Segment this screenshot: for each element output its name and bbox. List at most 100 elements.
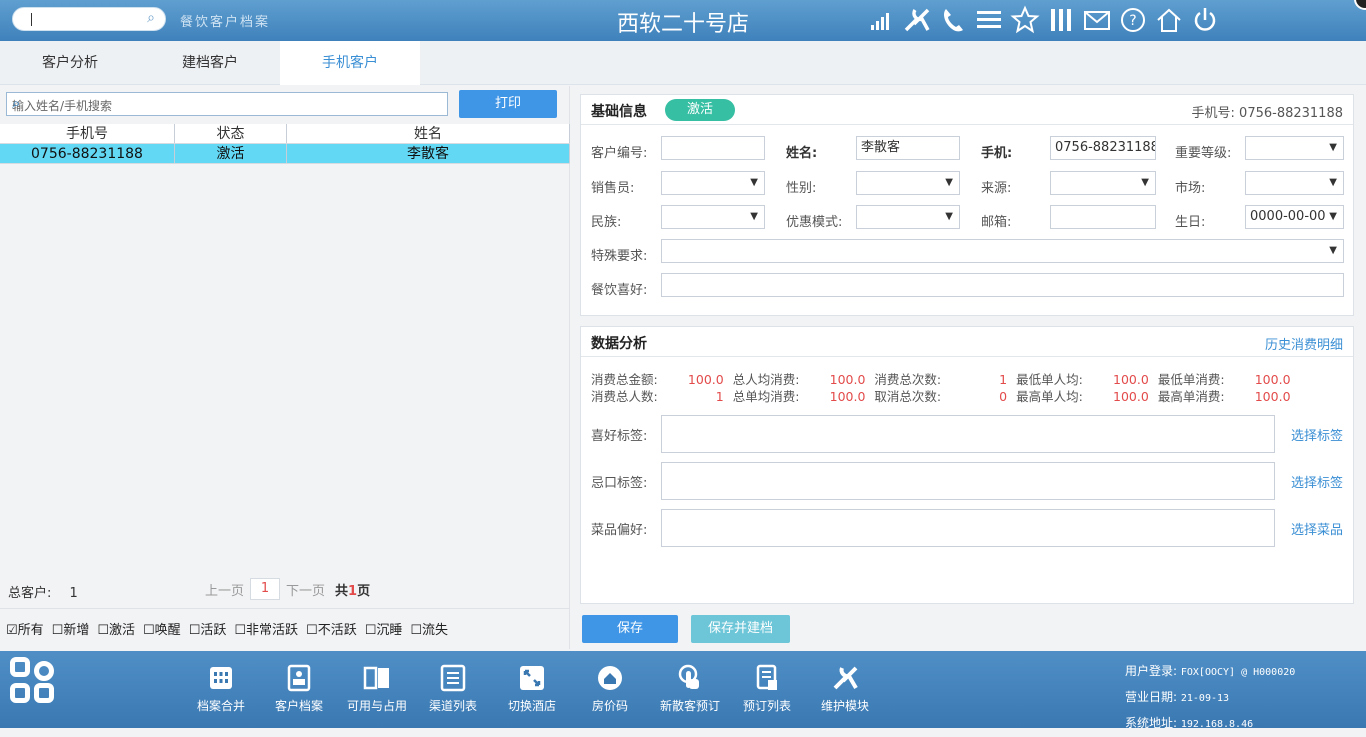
grid-icon	[206, 663, 236, 693]
data-analysis-title: 数据分析	[591, 336, 647, 352]
choose-like-tag-link[interactable]: 选择标签	[1291, 425, 1343, 444]
global-search-input[interactable]: ⌕	[12, 7, 166, 31]
stats-row-2: 消费总人数: 1 总单均消费: 100.0 取消总次数: 0 最高单人均: 100.0 …	[591, 389, 1291, 404]
store-title: 西软二十号店	[616, 12, 749, 37]
special-request-select[interactable]	[661, 239, 1344, 263]
importance-select[interactable]	[1245, 136, 1344, 160]
history-detail-link[interactable]: 历史消费明细	[1265, 334, 1343, 353]
column-header-name[interactable]: 姓名	[287, 124, 570, 143]
close-corner-icon[interactable]	[1354, 0, 1366, 10]
status-filters: ☑所有 ☐新增 ☐激活 ☐唤醒 ☐活跃 ☐非常活跃 ☐不活跃 ☐沉睡 ☐流失	[0, 608, 570, 648]
status-badge: 激活	[665, 99, 735, 121]
column-header-phone[interactable]: 手机号	[0, 124, 175, 143]
text-caret	[31, 13, 32, 26]
column-header-status[interactable]: 状态	[175, 124, 287, 143]
like-tag-box[interactable]	[661, 415, 1275, 453]
phone-icon[interactable]	[938, 5, 968, 35]
email-input[interactable]	[1050, 205, 1156, 229]
salesperson-select[interactable]	[661, 171, 765, 195]
availability-button[interactable]: 可用与占用	[342, 663, 412, 714]
home-icon[interactable]	[1154, 5, 1184, 35]
tools-icon[interactable]	[902, 5, 932, 35]
mobile-label: 手机:	[981, 146, 1013, 161]
app-logo	[10, 657, 62, 709]
dining-preference-input[interactable]	[661, 273, 1344, 297]
tools-icon	[830, 663, 860, 693]
mail-icon[interactable]	[1082, 5, 1112, 35]
search-icon[interactable]: ⌕	[12, 94, 441, 112]
source-label: 来源:	[981, 181, 1012, 196]
save-and-archive-button[interactable]: 保存并建档	[691, 615, 790, 643]
maintenance-button[interactable]: 维护模块	[810, 663, 880, 714]
dining-preference-label: 餐饮喜好:	[591, 283, 648, 298]
print-button[interactable]: 打印	[459, 90, 557, 118]
gender-label: 性别:	[786, 181, 817, 196]
booking-list-button[interactable]: 预订列表	[732, 663, 802, 714]
choose-avoid-tag-link[interactable]: 选择标签	[1291, 472, 1343, 491]
total-value: 1	[69, 586, 78, 601]
tab-mobile-customers[interactable]: 手机客户	[280, 41, 420, 85]
help-icon[interactable]: ?	[1118, 5, 1148, 35]
discount-select[interactable]	[856, 205, 960, 229]
archive-merge-button[interactable]: 档案合并	[186, 663, 256, 714]
market-select[interactable]	[1245, 171, 1344, 195]
cell-name: 李散客	[287, 144, 570, 163]
ethnic-select[interactable]	[661, 205, 765, 229]
tab-archived-customers[interactable]: 建档客户	[140, 41, 280, 85]
list-icon	[438, 663, 468, 693]
filter-all[interactable]: ☑所有	[6, 619, 44, 638]
signal-icon[interactable]	[866, 5, 896, 35]
channel-list-button[interactable]: 渠道列表	[418, 663, 488, 714]
top-bar: ⌕ 餐饮客户档案 西软二十号店 ?	[0, 0, 1366, 41]
columns-icon[interactable]	[1046, 5, 1076, 35]
filter-dormant[interactable]: ☐沉睡	[365, 619, 403, 638]
switch-hotel-button[interactable]: 切换酒店	[497, 663, 567, 714]
svg-text:?: ?	[1129, 13, 1136, 29]
filter-very-lively[interactable]: ☐非常活跃	[234, 619, 298, 638]
tab-customer-analysis[interactable]: 客户分析	[0, 41, 140, 85]
birthday-select[interactable]: 0000-00-00	[1245, 205, 1344, 229]
search-icon[interactable]: ⌕	[147, 10, 155, 26]
salesperson-label: 销售员:	[591, 181, 635, 196]
discount-label: 优惠模式:	[786, 215, 843, 230]
power-icon[interactable]	[1190, 5, 1220, 35]
filter-active[interactable]: ☐激活	[97, 619, 135, 638]
name-input[interactable]: 李散客	[856, 136, 960, 160]
door-icon	[362, 663, 392, 693]
filter-lively[interactable]: ☐活跃	[189, 619, 227, 638]
like-tag-label: 喜好标签:	[591, 429, 648, 444]
importance-label: 重要等级:	[1175, 146, 1232, 161]
mobile-input[interactable]: 0756-88231188	[1050, 136, 1156, 160]
table-row[interactable]: 0756-88231188 激活 李散客	[0, 144, 570, 164]
filter-inactive[interactable]: ☐不活跃	[306, 619, 357, 638]
menu-icon[interactable]	[974, 5, 1004, 35]
header-phone: 手机号: 0756-88231188	[1191, 106, 1343, 121]
choose-dish-link[interactable]: 选择菜品	[1291, 519, 1343, 538]
customer-no-input[interactable]	[661, 136, 765, 160]
email-label: 邮箱:	[981, 215, 1012, 230]
avoid-tag-box[interactable]	[661, 462, 1275, 500]
special-request-label: 特殊要求:	[591, 249, 648, 264]
total-customers: 总客户: 1	[8, 582, 78, 601]
prev-page-link[interactable]: 上一页	[205, 580, 244, 599]
page-count: 共1页	[335, 583, 371, 599]
next-page-link[interactable]: 下一页	[286, 580, 325, 599]
filter-awaken[interactable]: ☐唤醒	[143, 619, 181, 638]
page-number-input[interactable]: 1	[250, 578, 281, 600]
customer-search-input[interactable]: 输入姓名/手机搜索 ⌕	[6, 92, 448, 116]
dish-pref-box[interactable]	[661, 509, 1275, 547]
gender-select[interactable]	[856, 171, 960, 195]
expand-icon	[517, 663, 547, 693]
filter-new[interactable]: ☐新增	[52, 619, 90, 638]
star-icon[interactable]	[1010, 5, 1040, 35]
touch-icon	[675, 663, 705, 693]
source-select[interactable]	[1050, 171, 1156, 195]
room-rate-code-button[interactable]: 房价码	[575, 663, 645, 714]
filter-lost[interactable]: ☐流失	[410, 619, 448, 638]
customer-archive-button[interactable]: 客户档案	[264, 663, 334, 714]
home-circle-icon	[595, 663, 625, 693]
new-walkin-booking-button[interactable]: 新散客预订	[655, 663, 725, 714]
save-button[interactable]: 保存	[582, 615, 678, 643]
dish-pref-label: 菜品偏好:	[591, 523, 648, 538]
tab-bar: 客户分析 建档客户 手机客户	[0, 41, 1366, 85]
